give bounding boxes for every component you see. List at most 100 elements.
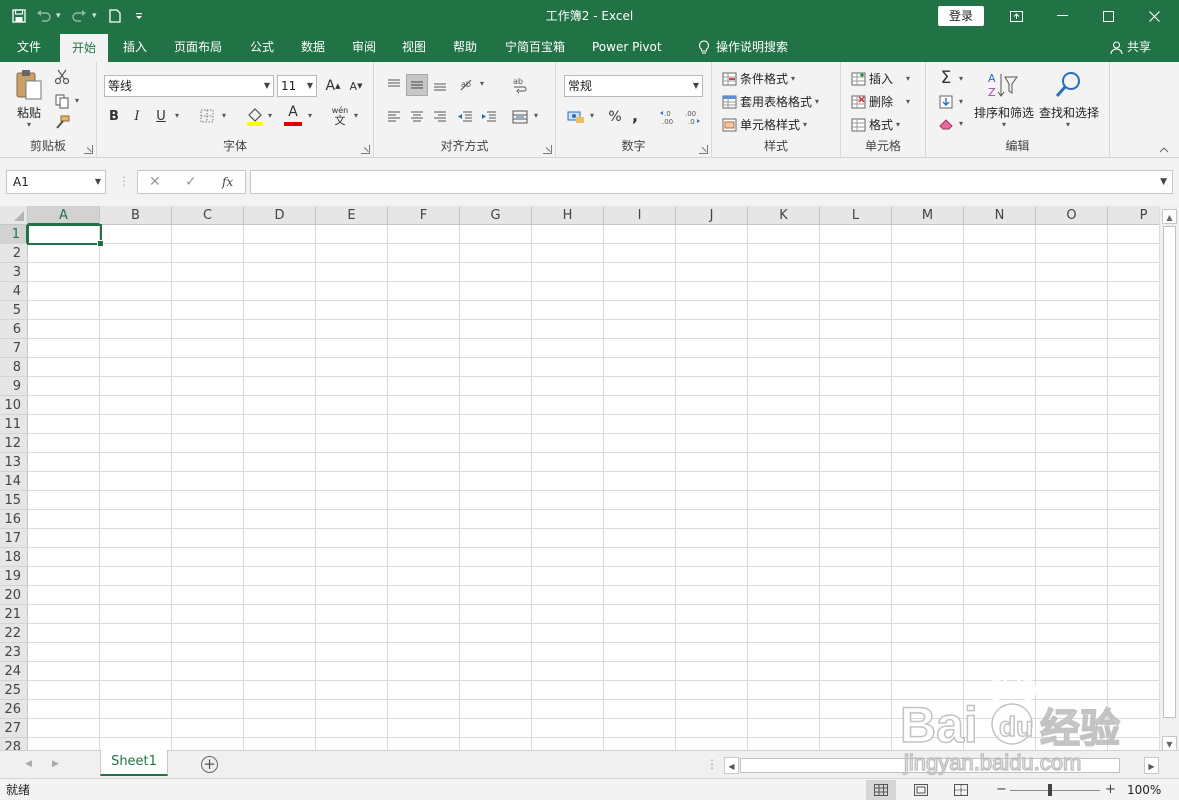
- vertical-scroll-thumb[interactable]: [1163, 226, 1176, 718]
- row-header-18[interactable]: 18: [0, 548, 28, 567]
- tab-power-pivot[interactable]: Power Pivot: [580, 32, 674, 62]
- font-size-combo[interactable]: 11 ▼: [277, 75, 317, 97]
- row-header-3[interactable]: 3: [0, 263, 28, 282]
- number-format-dropdown-icon[interactable]: ▼: [693, 76, 699, 96]
- conditional-formatting-button[interactable]: 条件格式 ▾: [722, 70, 795, 87]
- fill-dropdown-icon[interactable]: ▾: [959, 97, 963, 106]
- column-header-e[interactable]: E: [316, 206, 388, 225]
- select-all-corner[interactable]: [0, 206, 28, 225]
- new-sheet-icon[interactable]: +: [201, 756, 218, 773]
- sort-filter-label[interactable]: 排序和筛选: [974, 104, 1034, 121]
- column-header-l[interactable]: L: [820, 206, 892, 225]
- cell-area[interactable]: [28, 225, 1159, 750]
- name-box-dropdown-icon[interactable]: ▼: [95, 171, 101, 193]
- scroll-up-icon[interactable]: ▲: [1162, 209, 1177, 224]
- row-header-21[interactable]: 21: [0, 605, 28, 624]
- fill-color-dropdown-icon[interactable]: ▾: [268, 111, 272, 120]
- scroll-left-icon[interactable]: ◀: [724, 757, 739, 774]
- undo-icon[interactable]: [32, 5, 54, 27]
- copy-dropdown-icon[interactable]: ▾: [75, 96, 79, 105]
- delete-cells-button[interactable]: 删除 ▾: [851, 93, 910, 110]
- row-header-15[interactable]: 15: [0, 491, 28, 510]
- column-header-n[interactable]: N: [964, 206, 1036, 225]
- formula-bar-grip-icon[interactable]: ⋮: [118, 174, 130, 188]
- row-header-9[interactable]: 9: [0, 377, 28, 396]
- row-header-6[interactable]: 6: [0, 320, 28, 339]
- expand-formula-bar-icon[interactable]: ▼: [1160, 171, 1167, 193]
- autosum-dropdown-icon[interactable]: ▾: [959, 74, 963, 83]
- percent-style-icon[interactable]: %: [606, 106, 624, 128]
- tab-home[interactable]: 开始: [60, 34, 109, 64]
- decrease-font-size-icon[interactable]: A ▼: [346, 76, 366, 96]
- column-header-j[interactable]: J: [676, 206, 748, 225]
- tab-page-layout[interactable]: 页面布局: [162, 32, 234, 62]
- horizontal-scrollbar[interactable]: ◀ ▶: [724, 757, 1159, 774]
- align-right-icon[interactable]: [429, 106, 451, 128]
- row-header-23[interactable]: 23: [0, 643, 28, 662]
- orientation-dropdown-icon[interactable]: ▾: [480, 79, 484, 88]
- ribbon-display-options-icon[interactable]: [993, 0, 1039, 32]
- customize-qat-icon[interactable]: [128, 5, 150, 27]
- clipboard-launcher-icon[interactable]: [84, 145, 93, 154]
- name-box[interactable]: A1 ▼: [6, 170, 106, 194]
- tell-me-search[interactable]: 操作说明搜索: [686, 32, 800, 62]
- page-layout-view-icon[interactable]: [906, 780, 936, 800]
- row-header-28[interactable]: 28: [0, 738, 28, 750]
- formula-input[interactable]: ▼: [250, 170, 1173, 194]
- next-sheet-icon[interactable]: ▶: [52, 751, 59, 778]
- clear-eraser-icon[interactable]: [934, 114, 958, 134]
- sort-filter-icon[interactable]: AZ: [984, 70, 1020, 102]
- borders-icon[interactable]: [197, 106, 217, 126]
- row-header-8[interactable]: 8: [0, 358, 28, 377]
- fill-down-icon[interactable]: [934, 92, 958, 112]
- minimize-icon[interactable]: [1039, 0, 1085, 32]
- column-header-d[interactable]: D: [244, 206, 316, 225]
- tab-split-grip-icon[interactable]: ⋮: [706, 751, 718, 778]
- merge-dropdown-icon[interactable]: ▾: [534, 111, 538, 120]
- merge-center-icon[interactable]: [509, 106, 531, 128]
- column-header-c[interactable]: C: [172, 206, 244, 225]
- zoom-slider[interactable]: [1010, 790, 1100, 791]
- row-header-14[interactable]: 14: [0, 472, 28, 491]
- confirm-entry-icon[interactable]: ✓: [185, 171, 197, 193]
- normal-view-icon[interactable]: [866, 780, 896, 800]
- row-header-17[interactable]: 17: [0, 529, 28, 548]
- row-header-26[interactable]: 26: [0, 700, 28, 719]
- font-color-dropdown-icon[interactable]: ▾: [308, 111, 312, 120]
- cut-icon[interactable]: [52, 68, 72, 86]
- borders-dropdown-icon[interactable]: ▾: [222, 111, 226, 120]
- increase-decimal-icon[interactable]: .0.00: [658, 106, 678, 128]
- column-header-o[interactable]: O: [1036, 206, 1108, 225]
- scroll-right-icon[interactable]: ▶: [1144, 757, 1159, 774]
- wrap-text-icon[interactable]: ab: [509, 74, 531, 96]
- paste-label[interactable]: 粘贴: [17, 104, 41, 121]
- paste-icon[interactable]: [12, 68, 46, 102]
- increase-font-size-icon[interactable]: A ▲: [323, 76, 343, 96]
- row-header-27[interactable]: 27: [0, 719, 28, 738]
- row-header-22[interactable]: 22: [0, 624, 28, 643]
- collapse-ribbon-icon[interactable]: [1157, 144, 1171, 156]
- row-header-24[interactable]: 24: [0, 662, 28, 681]
- redo-icon[interactable]: [68, 5, 90, 27]
- active-cell-a1[interactable]: [27, 224, 104, 247]
- align-left-icon[interactable]: [383, 106, 405, 128]
- align-top-icon[interactable]: [383, 74, 405, 96]
- row-header-12[interactable]: 12: [0, 434, 28, 453]
- undo-dropdown-icon[interactable]: ▾: [56, 11, 66, 21]
- format-as-table-button[interactable]: 套用表格格式 ▾: [722, 93, 819, 110]
- italic-icon[interactable]: I: [129, 106, 145, 126]
- vertical-scrollbar[interactable]: ▲ ▼: [1159, 206, 1179, 750]
- find-select-label[interactable]: 查找和选择: [1039, 104, 1099, 121]
- tab-file[interactable]: 文件: [5, 32, 53, 62]
- paste-dropdown-icon[interactable]: ▾: [27, 120, 31, 129]
- find-select-dropdown-icon[interactable]: ▾: [1066, 120, 1070, 129]
- clear-dropdown-icon[interactable]: ▾: [959, 119, 963, 128]
- decrease-decimal-icon[interactable]: .00.0: [682, 106, 702, 128]
- login-button[interactable]: 登录: [938, 6, 984, 26]
- font-name-combo[interactable]: 等线 ▼: [104, 75, 274, 97]
- row-header-13[interactable]: 13: [0, 453, 28, 472]
- cell-styles-button[interactable]: 单元格样式 ▾: [722, 116, 807, 133]
- share-button[interactable]: 共享: [1110, 32, 1151, 62]
- sort-filter-dropdown-icon[interactable]: ▾: [1002, 120, 1006, 129]
- column-header-m[interactable]: M: [892, 206, 964, 225]
